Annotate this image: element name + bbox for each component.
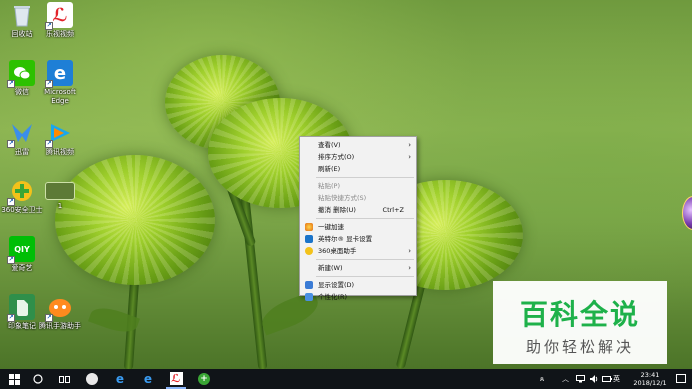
shortcut-arrow-icon: ↗ — [45, 314, 53, 322]
taskbar: e e ℒ + ጰ ︿ 英 23:41 2018/12/1 — [0, 369, 692, 389]
battery-icon[interactable] — [602, 369, 612, 389]
menu-item-360-desktop[interactable]: 360桌面助手 › — [300, 245, 416, 257]
shortcut-label: Ctrl+Z — [382, 206, 404, 214]
tray-chevron-up-icon[interactable]: ︿ — [562, 369, 569, 389]
chevron-right-icon: › — [408, 247, 411, 255]
network-icon[interactable] — [576, 369, 585, 389]
shortcut-arrow-icon: ↗ — [45, 22, 53, 30]
xunlei-icon: ↗ — [7, 120, 35, 148]
clock-time: 23:41 — [640, 371, 660, 379]
desktop-icon-label: 爱奇艺 — [11, 264, 33, 272]
360-desktop-icon — [305, 247, 313, 255]
menu-item-display-settings[interactable]: 显示设置(D) — [300, 279, 416, 291]
desktop-icon-label: 1 — [57, 202, 63, 210]
watermark-title: 百科全说 — [519, 298, 640, 331]
volume-icon[interactable] — [590, 369, 599, 389]
chevron-right-icon: › — [408, 264, 411, 272]
ime-indicator[interactable]: 英 — [613, 369, 620, 389]
recycle-bin-icon — [9, 2, 35, 28]
menu-item-label: 查看(V) — [318, 141, 341, 149]
menu-item-label: 新建(W) — [318, 264, 343, 272]
search-circle-icon[interactable] — [28, 369, 48, 389]
menu-item-label: 粘贴(P) — [318, 182, 340, 190]
windows-start-icon[interactable] — [4, 369, 24, 389]
desktop-icon-label: 乐视视频 — [46, 30, 74, 38]
shortcut-arrow-icon: ↗ — [45, 140, 53, 148]
menu-item-label: 刷新(E) — [318, 165, 341, 173]
menu-item-label: 一键加速 — [318, 223, 344, 231]
menu-item-view[interactable]: 查看(V) › — [300, 139, 416, 151]
desktop-icon-label: Microsoft Edge — [44, 88, 76, 105]
menu-item-personalize[interactable]: 个性化(R) — [300, 291, 416, 303]
shortcut-arrow-icon: ↗ — [45, 80, 53, 88]
360-icon[interactable]: + — [194, 369, 214, 389]
tencent-video-icon: ↗ — [45, 120, 73, 148]
desktop-icon-edge[interactable]: e ↗ Microsoft Edge — [38, 60, 82, 106]
desktop-context-menu: 查看(V) › 排序方式(O) › 刷新(E) 粘贴(P) 粘贴快捷方式(S) 撤消… — [299, 136, 417, 301]
boost-icon — [305, 223, 313, 231]
menu-item-label: 360桌面助手 — [318, 247, 357, 255]
letv-icon: ℒ ↗ — [45, 2, 73, 30]
360-safe-icon: ↗ — [7, 178, 35, 206]
shortcut-arrow-icon: ↗ — [7, 198, 15, 206]
menu-item-intel-graphics[interactable]: 英特尔® 显卡设置 — [300, 233, 416, 245]
menu-item-label: 撤消 删除(U) — [318, 206, 356, 214]
desktop-icon-label: 腾讯手游助手 — [39, 322, 81, 330]
menu-item-label: 显示设置(D) — [318, 281, 355, 289]
evernote-icon: ↗ — [7, 294, 35, 322]
edge-icon[interactable]: e — [138, 369, 158, 389]
desktop-icon-letv[interactable]: ℒ ↗ 乐视视频 — [38, 2, 82, 39]
menu-item-label: 粘贴快捷方式(S) — [318, 194, 367, 202]
system-clock[interactable]: 23:41 2018/12/1 — [630, 371, 670, 387]
personalize-icon — [305, 293, 313, 301]
folder-thumbnail-icon — [45, 182, 75, 200]
intel-graphics-icon — [305, 235, 313, 243]
watermark-badge: 百科全说 助你轻松解决 — [493, 281, 667, 364]
tencent-game-assistant-icon: ↗ — [45, 294, 73, 322]
shortcut-arrow-icon: ↗ — [7, 80, 15, 88]
wechat-icon: ↗ — [7, 60, 35, 88]
shortcut-arrow-icon: ↗ — [7, 314, 15, 322]
menu-divider — [316, 177, 414, 178]
menu-divider — [316, 259, 414, 260]
edge-icon: e ↗ — [45, 60, 73, 88]
menu-item-undo-delete[interactable]: 撤消 删除(U) Ctrl+Z — [300, 204, 416, 216]
menu-divider — [316, 218, 414, 219]
desktop-icon-tencent-game-assistant[interactable]: ↗ 腾讯手游助手 — [38, 294, 82, 331]
iqiyi-icon: QIY ↗ — [7, 236, 35, 264]
floating-assistant-ball[interactable] — [682, 196, 692, 230]
desktop-icon-iqiyi[interactable]: QIY ↗ 爱奇艺 — [0, 236, 44, 273]
fan-app-icon[interactable] — [82, 369, 102, 389]
menu-divider — [316, 276, 414, 277]
menu-item-label: 排序方式(O) — [318, 153, 355, 161]
desktop-icon-folder-1[interactable]: 1 — [38, 178, 82, 211]
shortcut-arrow-icon: ↗ — [7, 140, 15, 148]
menu-item-new[interactable]: 新建(W) › — [300, 262, 416, 274]
desktop-icon-label: 腾讯视频 — [46, 148, 74, 156]
flower-head — [55, 155, 215, 285]
menu-item-label: 个性化(R) — [318, 293, 348, 301]
menu-item-paste[interactable]: 粘贴(P) — [300, 180, 416, 192]
desktop-icon-tencent-video[interactable]: ↗ 腾讯视频 — [38, 120, 82, 157]
task-view-icon[interactable] — [54, 369, 74, 389]
chevron-right-icon: › — [408, 153, 411, 161]
menu-item-label: 英特尔® 显卡设置 — [318, 235, 373, 243]
edge-icon[interactable]: e — [110, 369, 130, 389]
display-settings-icon — [305, 281, 313, 289]
letv-icon[interactable]: ℒ — [166, 369, 186, 389]
tray-people-icon[interactable]: ጰ — [540, 369, 544, 389]
watermark-subtitle: 助你轻松解决 — [525, 338, 634, 356]
menu-item-refresh[interactable]: 刷新(E) — [300, 163, 416, 175]
shortcut-arrow-icon: ↗ — [7, 256, 15, 264]
action-center-icon[interactable] — [676, 374, 686, 383]
menu-item-one-key-boost[interactable]: 一键加速 — [300, 221, 416, 233]
chevron-right-icon: › — [408, 141, 411, 149]
clock-date: 2018/12/1 — [633, 379, 667, 387]
menu-item-sort-by[interactable]: 排序方式(O) › — [300, 151, 416, 163]
menu-item-paste-shortcut[interactable]: 粘贴快捷方式(S) — [300, 192, 416, 204]
